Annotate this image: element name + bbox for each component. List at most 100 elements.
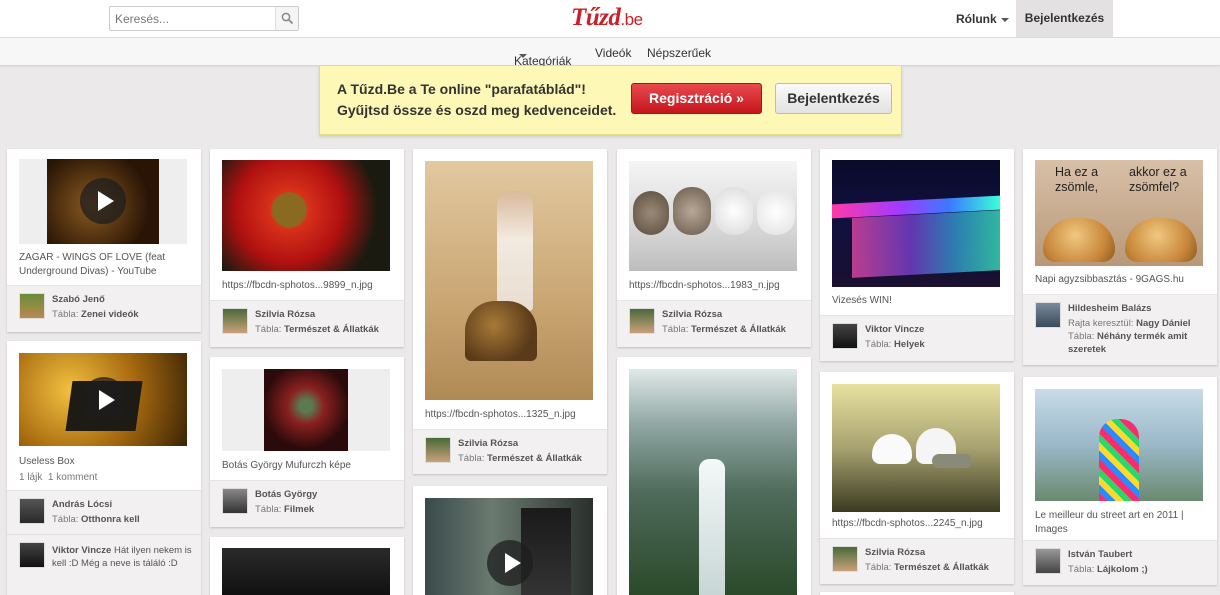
pin-user[interactable]: Szilvia Rózsa (865, 547, 925, 558)
pin-user[interactable]: Hildesheim Balázs (1068, 303, 1151, 314)
pin-meta: Viktor Vincze Tábla: Helyek (820, 315, 1014, 361)
comment-user[interactable]: Viktor Vincze (52, 545, 111, 556)
pin-user[interactable]: Viktor Vincze (865, 324, 924, 335)
pin-image[interactable] (832, 160, 1000, 287)
pin-board: Tábla: Természet & Állatkák (255, 323, 395, 336)
pin-card[interactable]: Botás György Mufurczh képe Botás György … (210, 357, 404, 527)
pin-card[interactable]: Useless Box 1 lájk 1 komment András Lócs… (7, 341, 201, 595)
avatar[interactable] (222, 308, 248, 334)
avatar[interactable] (629, 308, 655, 334)
pin-user[interactable]: István Taubert (1068, 549, 1132, 560)
board-link[interactable]: Helyek (894, 339, 925, 350)
board-link[interactable]: Lájkolom ;) (1097, 564, 1148, 575)
avatar[interactable] (19, 293, 45, 319)
pin-card[interactable]: Vizesés WIN! Viktor Vincze Tábla: Helyek (820, 149, 1014, 361)
pin-user[interactable]: Szilvia Rózsa (458, 438, 518, 449)
avatar[interactable] (222, 488, 248, 514)
pin-description: Le meilleur du street art en 2011 | Imag… (1035, 510, 1184, 535)
avatar[interactable] (832, 323, 858, 349)
via-prefix: Rajta keresztül: (1068, 318, 1134, 329)
board-prefix: Tábla: (1068, 564, 1095, 575)
pin-user[interactable]: Szabó Jenő (52, 294, 105, 305)
pin-user[interactable]: András Lócsi (52, 499, 112, 510)
pin-card[interactable]: ZAGAR - WINGS OF LOVE (feat Underground … (7, 149, 201, 332)
board-link[interactable]: Természet & Állatkák (691, 324, 786, 335)
pin-card[interactable] (413, 486, 607, 595)
search-button[interactable] (275, 7, 298, 30)
logo-tld: .be (620, 10, 643, 29)
board-prefix: Tábla: (255, 504, 282, 515)
pin-card[interactable]: Ha ez a zsömle, akkor ez a zsömfel? Napi… (1023, 149, 1217, 365)
about-menu[interactable]: Rólunk (956, 12, 1009, 26)
nav-popular[interactable]: Népszerűek (647, 46, 711, 60)
board-link[interactable]: Természet & Állatkák (894, 562, 989, 573)
pin-comment: Viktor Vincze Hát ilyen nekem is kell :D… (7, 534, 201, 595)
via-link[interactable]: Nagy Dániel (1136, 318, 1190, 329)
pin-image[interactable] (222, 369, 390, 451)
search-box (109, 6, 299, 31)
pin-user[interactable]: Szilvia Rózsa (255, 309, 315, 320)
image-caption-right: akkor ez a zsömfel? (1129, 165, 1187, 194)
avatar[interactable] (1035, 302, 1061, 328)
chevron-down-icon (1000, 17, 1009, 22)
pin-card[interactable]: https://fbcdn-sphotos...1983_n.jpg Szilv… (617, 149, 811, 347)
pin-image[interactable] (832, 384, 1000, 512)
banner-subline: Gyűjtsd össze és oszd meg kedvenceidet. (337, 102, 617, 118)
about-label: Rólunk (956, 12, 997, 26)
pin-meta: Szilvia Rózsa Tábla: Természet & Állatká… (617, 300, 811, 347)
chevron-down-icon (519, 54, 527, 58)
avatar[interactable] (425, 437, 451, 463)
pin-board: Tábla: Néhány termék amit szeretek (1068, 330, 1208, 356)
logo-main: Tűzd (571, 4, 621, 31)
pin-card[interactable]: https://fbcdn-sphotos...9899_n.jpg Szilv… (210, 149, 404, 347)
avatar[interactable] (1035, 548, 1061, 574)
pin-image[interactable] (629, 161, 797, 271)
board-link[interactable]: Természet & Állatkák (487, 453, 582, 464)
pin-image[interactable] (425, 161, 593, 400)
header-login-button[interactable]: Bejelentkezés (1016, 0, 1113, 37)
board-prefix: Tábla: (52, 514, 79, 525)
logo[interactable]: Tűzd.be (571, 4, 643, 32)
pin-image[interactable] (1035, 389, 1203, 501)
pin-description: https://fbcdn-sphotos...2245_n.jpg (832, 518, 983, 529)
pin-meta: Szilvia Rózsa Tábla: Természet & Állatká… (210, 300, 404, 347)
pin-image[interactable]: Ha ez a zsömle, akkor ez a zsömfel? (1035, 160, 1203, 266)
pin-meta: Szilvia Rózsa Tábla: Természet & Állatká… (413, 429, 607, 474)
search-input[interactable] (110, 7, 276, 30)
pin-card[interactable]: Le meilleur du street art en 2011 | Imag… (1023, 377, 1217, 585)
board-link[interactable]: Otthonra kell (81, 514, 140, 525)
pin-card[interactable]: https://fbcdn-sphotos...2245_n.jpg Szilv… (820, 372, 1014, 584)
pin-meta: András Lócsi Tábla: Otthonra kell (7, 490, 201, 534)
pin-image[interactable] (19, 159, 187, 244)
avatar[interactable] (19, 498, 45, 524)
register-button[interactable]: Regisztráció » (631, 83, 762, 114)
pin-image[interactable] (19, 353, 187, 446)
pin-image[interactable] (222, 548, 390, 595)
pin-card[interactable]: https://fbcdn-sphotos...1325_n.jpg Szilv… (413, 149, 607, 474)
board-prefix: Tábla: (255, 324, 282, 335)
pin-image[interactable] (629, 369, 797, 595)
banner-headline: A Tűzd.Be a Te online "parafatáblád"! (337, 81, 586, 97)
pin-card[interactable] (210, 537, 404, 595)
nav-videos[interactable]: Videók (595, 46, 631, 60)
pin-image[interactable] (425, 498, 593, 595)
pin-stats: 1 lájk 1 komment (19, 471, 191, 485)
banner-login-button[interactable]: Bejelentkezés (775, 83, 892, 114)
avatar[interactable] (19, 542, 45, 568)
board-prefix: Tábla: (458, 453, 485, 464)
search-icon (281, 12, 294, 25)
pin-board: Tábla: Filmek (255, 503, 395, 516)
board-link[interactable]: Filmek (284, 504, 314, 515)
board-link[interactable]: Zenei videók (81, 309, 139, 320)
sub-navigation: Kategóriák Videók Népszerűek (0, 38, 1220, 68)
pin-description: https://fbcdn-sphotos...1325_n.jpg (425, 409, 576, 420)
board-link[interactable]: Természet & Állatkák (284, 324, 379, 335)
pin-board: Tábla: Otthonra kell (52, 513, 192, 526)
pin-meta: Szilvia Rózsa Tábla: Természet & Állatká… (820, 538, 1014, 584)
pin-user[interactable]: Szilvia Rózsa (662, 309, 722, 320)
play-icon (487, 540, 533, 586)
avatar[interactable] (832, 546, 858, 572)
pin-user[interactable]: Botás György (255, 489, 317, 500)
pin-card[interactable] (617, 357, 811, 595)
pin-image[interactable] (222, 160, 390, 271)
